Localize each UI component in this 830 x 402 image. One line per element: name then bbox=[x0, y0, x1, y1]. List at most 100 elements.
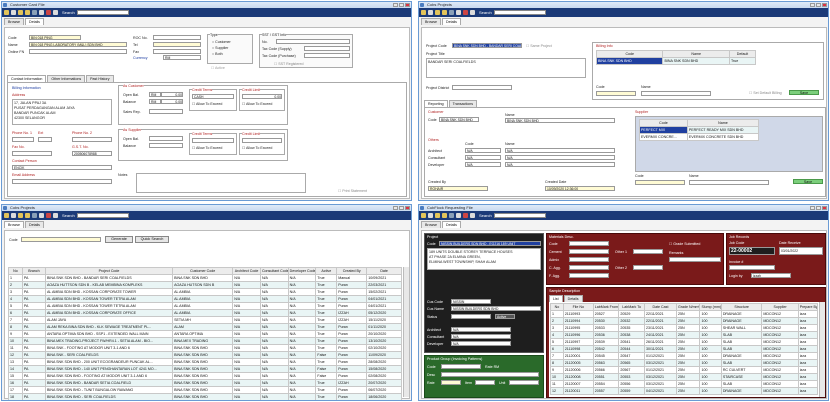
tab-contact[interactable]: Contact Information bbox=[7, 75, 47, 82]
table-row[interactable]: 3 PA AL AMBIA SDN BHD - KOSSAN CORPORATE T… bbox=[8, 288, 402, 296]
column-header[interactable]: Developer Code bbox=[287, 267, 317, 275]
supplier-name-field[interactable] bbox=[689, 180, 769, 185]
maximize-button[interactable] bbox=[399, 206, 404, 210]
maximize-button[interactable] bbox=[399, 3, 404, 7]
sales-rep-select[interactable] bbox=[149, 109, 183, 114]
edit-icon[interactable] bbox=[442, 10, 447, 15]
tab-other[interactable]: Other Informations bbox=[47, 75, 86, 82]
save-icon[interactable] bbox=[18, 213, 23, 218]
new-icon[interactable] bbox=[4, 10, 9, 15]
column-header[interactable]: Date Cast bbox=[643, 303, 677, 311]
open-icon[interactable] bbox=[428, 213, 433, 218]
sample-row[interactable]: 10 21120008 20551 20553 03/12/2021 25N 100 STAI… bbox=[550, 373, 819, 381]
supplier-allow-exceed-limit[interactable]: ☐ Allow To Exceed bbox=[242, 146, 272, 150]
table-row[interactable]: 7 PA ALAM JAYA SETIA MH N/A N/A N/A True IZZAH 15… bbox=[8, 316, 402, 324]
column-header[interactable]: File No bbox=[562, 303, 594, 311]
column-header[interactable]: No bbox=[550, 303, 564, 311]
delete-icon[interactable] bbox=[32, 10, 37, 15]
tel-field[interactable] bbox=[153, 42, 201, 47]
search-input[interactable] bbox=[76, 213, 129, 218]
column-header[interactable]: Project Code bbox=[44, 267, 174, 275]
sample-row[interactable]: 11 21120007 20554 20556 03/12/2021 25N 100 SLAB… bbox=[550, 380, 819, 388]
maximize-button[interactable] bbox=[816, 206, 821, 210]
print-icon[interactable] bbox=[39, 213, 44, 218]
minimize-button[interactable] bbox=[393, 206, 398, 210]
column-header[interactable]: Slump (mm) bbox=[699, 303, 722, 311]
delete-icon[interactable] bbox=[449, 213, 454, 218]
billing-save-button[interactable]: Save bbox=[789, 90, 819, 95]
refresh-icon[interactable] bbox=[53, 10, 58, 15]
sample-row[interactable]: 4 21110996 20536 20538 24/11/2021 25N 100 SLAB M… bbox=[550, 331, 819, 339]
developer-field[interactable]: N/A bbox=[451, 341, 511, 346]
consultant-code[interactable]: N/A bbox=[465, 155, 501, 160]
vertical-scrollbar[interactable] bbox=[403, 267, 409, 397]
customer-name-field[interactable]: BINA SNK SDN BHD bbox=[505, 118, 615, 123]
table-row[interactable]: 18 PA BINA SNK SDN BHD - SERI COALFIELDS BI… bbox=[8, 393, 402, 400]
search-input[interactable] bbox=[493, 213, 546, 218]
minimize-button[interactable] bbox=[810, 206, 815, 210]
sst-no-field[interactable] bbox=[276, 39, 350, 44]
supplier-row[interactable]: PERFECT MIX PERFECT READY MIX SDN BHD bbox=[639, 126, 760, 134]
edit-icon[interactable] bbox=[25, 213, 30, 218]
tax-purchase-field[interactable] bbox=[304, 53, 350, 58]
column-header[interactable]: No bbox=[8, 267, 23, 275]
code-field[interactable]: BIN 018 PING bbox=[29, 35, 81, 40]
edit-icon[interactable] bbox=[25, 10, 30, 15]
new-icon[interactable] bbox=[421, 10, 426, 15]
project-title-field[interactable]: BANDAR SERI COALFIELDS bbox=[426, 58, 586, 78]
sample-row[interactable]: 7 21120001 20545 20547 01/12/2021 25N 100 DRAIN… bbox=[550, 352, 819, 360]
tab-browse[interactable]: Browse bbox=[421, 221, 441, 228]
active-checkbox[interactable]: ☐ Active bbox=[211, 66, 225, 70]
refresh-icon[interactable] bbox=[470, 10, 475, 15]
supplier-open-bal-field[interactable] bbox=[149, 136, 183, 141]
print-icon[interactable] bbox=[39, 10, 44, 15]
tab-browse[interactable]: Browse bbox=[421, 18, 441, 25]
column-header[interactable]: Date bbox=[366, 267, 402, 275]
print-icon[interactable] bbox=[456, 10, 461, 15]
type-customer-radio[interactable]: ○ Customer bbox=[212, 40, 231, 44]
currency-select[interactable]: RM bbox=[163, 55, 201, 60]
tab-history[interactable]: Past History bbox=[86, 75, 114, 82]
fax-no-field[interactable] bbox=[12, 151, 52, 156]
billing-name-field[interactable] bbox=[641, 91, 711, 96]
pg-item-field[interactable] bbox=[475, 380, 495, 385]
quick-search-button[interactable]: Quick Search bbox=[135, 236, 169, 243]
phone2-field[interactable] bbox=[72, 137, 112, 142]
edit-icon[interactable] bbox=[442, 213, 447, 218]
table-row[interactable]: 15 PA BINA SNK SDN BHD - FOOTING AT MODOR … bbox=[8, 372, 402, 380]
delete-icon[interactable] bbox=[32, 213, 37, 218]
delete-icon[interactable] bbox=[449, 10, 454, 15]
supplier-save-button[interactable]: Save bbox=[793, 179, 823, 184]
other1-field[interactable] bbox=[633, 249, 663, 254]
roc-field[interactable] bbox=[153, 35, 201, 40]
tab-browse[interactable]: Browse bbox=[4, 18, 24, 25]
exit-icon[interactable] bbox=[463, 213, 468, 218]
column-header[interactable]: Consultant Code bbox=[259, 267, 289, 275]
mat-cement-field[interactable] bbox=[569, 249, 609, 254]
credit-limit-field[interactable]: 0.00 bbox=[242, 94, 282, 99]
open-icon[interactable] bbox=[11, 213, 16, 218]
architect-code[interactable]: N/A bbox=[465, 148, 501, 153]
table-row[interactable]: 12 PA BINA SNK - SERI COALFIELDS BINA SNK S… bbox=[8, 351, 402, 359]
phone1-field[interactable] bbox=[12, 137, 34, 142]
column-header[interactable]: Supplier bbox=[761, 303, 799, 311]
pg-code-field[interactable] bbox=[441, 364, 481, 369]
column-header[interactable]: LabMark From bbox=[592, 303, 620, 311]
column-header[interactable]: LabMark To bbox=[618, 303, 645, 311]
table-row[interactable]: 9 PA ANTARA OPTIMA SDN BHD - SSP1 - EXTEND… bbox=[8, 330, 402, 338]
address-box[interactable]: 17, JALAN PPAJ 3A PUSAT PERDAGANGAN ALAM… bbox=[12, 99, 112, 125]
column-header[interactable]: Branch bbox=[21, 267, 46, 275]
sample-row[interactable]: 3 21110995 20533 20535 23/11/2021 25N 100 SHEAR… bbox=[550, 324, 819, 332]
customer-code-field[interactable]: BINA SNK SDN BHD bbox=[439, 117, 479, 122]
mat-code-field[interactable] bbox=[569, 241, 609, 246]
mat-admix-field[interactable] bbox=[569, 257, 609, 262]
same-project-checkbox[interactable]: ☐ Same Project bbox=[526, 44, 552, 48]
architect-field[interactable]: N/A bbox=[451, 327, 511, 332]
billing-row[interactable]: BINA SNK SDN BHD BINA SNK SDN BHD True bbox=[595, 57, 757, 65]
close-button[interactable] bbox=[822, 3, 827, 7]
save-icon[interactable] bbox=[435, 10, 440, 15]
supplier-allow-exceed[interactable]: ☐ Allow To Exceed bbox=[192, 146, 222, 150]
ext-field[interactable] bbox=[38, 137, 52, 142]
type-supplier-radio[interactable]: ○ Supplier bbox=[212, 46, 228, 50]
column-header[interactable]: Structure bbox=[720, 303, 763, 311]
